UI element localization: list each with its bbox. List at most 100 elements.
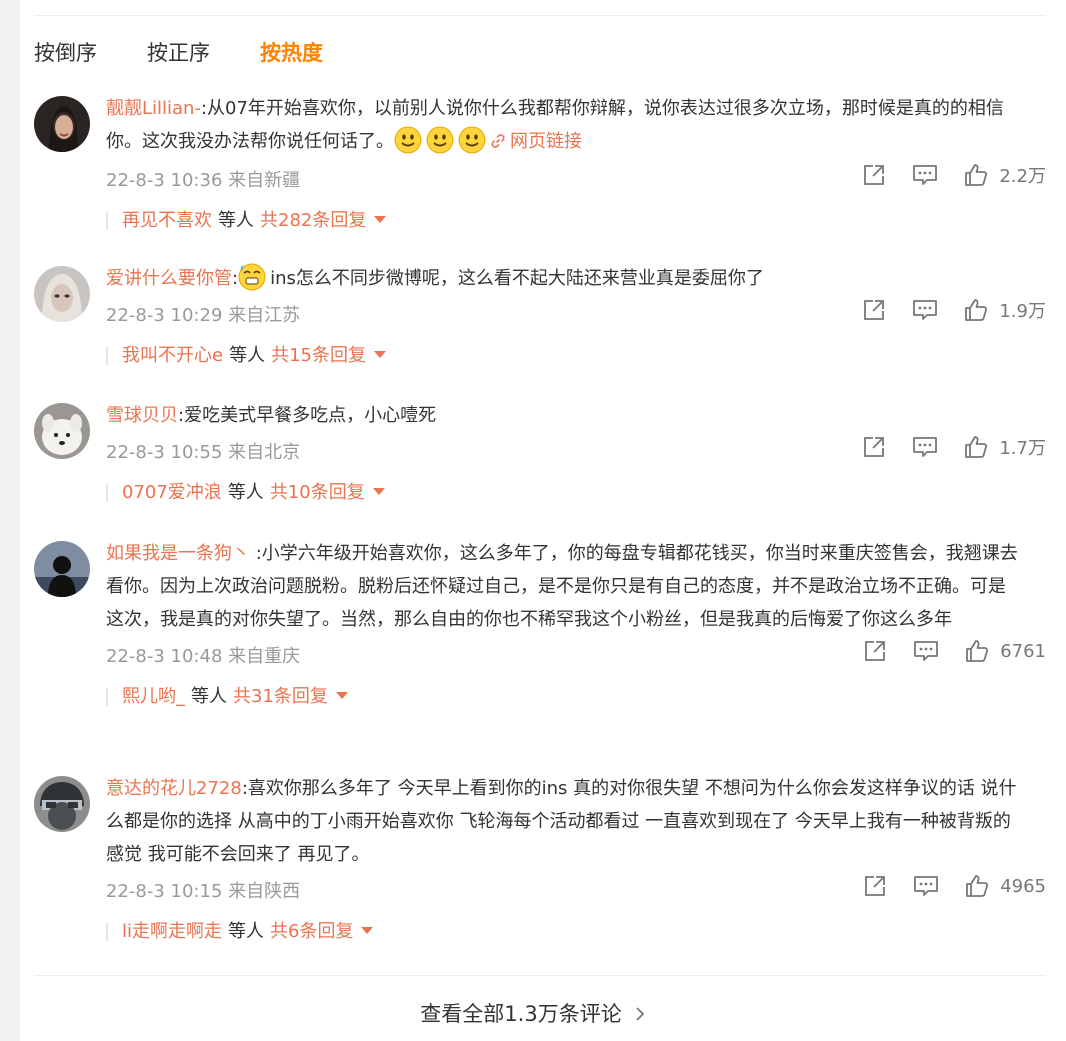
reply-divider [106,688,108,706]
comment-actions: 4965 [838,873,1046,899]
comment-username[interactable]: 意达的花儿2728 [106,778,242,799]
comment-button[interactable] [911,162,939,188]
web-link[interactable]: 网页链接 [490,131,582,152]
thumbs-up-icon [963,297,989,323]
reply-count-label: 共6条回复 [270,921,354,942]
like-button[interactable]: 1.9万 [963,297,1046,323]
avatar[interactable] [34,541,90,597]
comment-actions: 1.7万 [837,434,1046,460]
reply-divider [106,484,108,502]
comment-button[interactable] [911,434,939,460]
comment-icon [911,297,939,323]
reply-etc: 等人 [229,345,266,366]
share-button[interactable] [861,297,887,323]
comment-body: 靓靓Lillian-:从07年开始喜欢你，以前别人说你什么我都帮你辩解，说你表达… [106,92,1046,236]
comment-meta-row: 22-8-3 10:29 来自江苏 1.9万 [106,297,1046,333]
reply-summary: 我叫不开心e 等人 共15条回复 [106,341,1046,371]
like-button[interactable]: 1.7万 [963,434,1046,460]
reply-count-button[interactable]: 共31条回复 [233,686,348,707]
comment-icon [911,162,939,188]
comment-icon [911,434,939,460]
comment-actions: 1.9万 [837,297,1046,323]
view-all-comments-link[interactable]: 查看全部1.3万条评论 [0,998,1066,1028]
comment-button[interactable] [912,638,940,664]
thumbs-up-icon [964,638,990,664]
reply-username[interactable]: 熙儿哟_ [122,686,185,707]
avatar[interactable] [34,403,90,459]
comment-body: 爱讲什么要你管: ins怎么不同步微博呢，这么看不起大陆还来营业真是委屈你了 22… [106,262,1046,371]
comment-text: 意达的花儿2728:喜欢你那么多年了 今天早上看到你的ins 真的对你很失望 不… [106,772,1018,871]
like-count: 1.7万 [999,438,1046,459]
comment-username[interactable]: 如果我是一条狗丶 [106,543,250,564]
comment-username[interactable]: 靓靓Lillian- [106,98,201,119]
share-button[interactable] [862,873,888,899]
comment-meta-row: 22-8-3 10:15 来自陕西 4965 [106,873,1046,909]
smile-emoji-icon [426,126,454,154]
share-button[interactable] [861,434,887,460]
share-icon [861,434,887,460]
view-all-label: 查看全部1.3万条评论 [420,1002,622,1026]
reply-summary: li走啊走啊走 等人 共6条回复 [106,917,1046,947]
comment-meta: 22-8-3 10:48 来自重庆 [106,646,301,667]
comment-actions: 6761 [838,638,1046,664]
chevron-right-icon [634,1002,646,1026]
comment-text: 雪球贝贝:爱吃美式早餐多吃点，小心噎死 [106,399,1018,432]
comment-text: 如果我是一条狗丶 :小学六年级开始喜欢你，这么多年了，你的每盘专辑都花钱买，你当… [106,537,1018,636]
caret-down-icon [361,927,374,934]
caret-down-icon [374,216,387,223]
thumbs-up-icon [964,873,990,899]
comment-button[interactable] [911,297,939,323]
tab-sort-reverse[interactable]: 按倒序 [34,38,97,68]
reply-summary: 再见不喜欢 等人 共282条回复 [106,206,1046,236]
comment-username[interactable]: 雪球贝贝 [106,405,178,426]
reply-username[interactable]: 0707爱冲浪 [122,482,222,503]
comment-text: 爱讲什么要你管: ins怎么不同步微博呢，这么看不起大陆还来营业真是委屈你了 [106,262,1018,295]
comment-content: :喜欢你那么多年了 今天早上看到你的ins 真的对你很失望 不想问为什么你会发这… [106,778,1017,865]
avatar[interactable] [34,266,90,322]
reply-divider [106,347,108,365]
reply-username[interactable]: li走啊走啊走 [122,921,222,942]
caret-down-icon [373,351,386,358]
reply-count-button[interactable]: 共10条回复 [270,482,385,503]
share-icon [862,638,888,664]
reply-username[interactable]: 我叫不开心e [122,345,223,366]
avatar[interactable] [34,96,90,152]
smile-emoji-icon [458,126,486,154]
comment-body: 雪球贝贝:爱吃美式早餐多吃点，小心噎死 22-8-3 10:55 来自北京 1.… [106,399,1046,508]
comment-meta-row: 22-8-3 10:48 来自重庆 6761 [106,638,1046,674]
like-button[interactable]: 6761 [964,638,1046,664]
tab-sort-forward[interactable]: 按正序 [147,38,210,68]
comment-body: 意达的花儿2728:喜欢你那么多年了 今天早上看到你的ins 真的对你很失望 不… [106,772,1046,947]
comment-icon [912,638,940,664]
like-button[interactable]: 4965 [964,873,1046,899]
reply-etc: 等人 [227,482,264,503]
like-button[interactable]: 2.2万 [963,162,1046,188]
comment-meta: 22-8-3 10:36 来自新疆 [106,170,301,191]
reply-count-label: 共15条回复 [271,345,366,366]
comment-meta-row: 22-8-3 10:55 来自北京 1.7万 [106,434,1046,470]
reply-count-label: 共282条回复 [260,210,367,231]
share-button[interactable] [862,638,888,664]
web-link-label: 网页链接 [510,131,582,152]
comment-actions: 2.2万 [837,162,1046,188]
reply-count-button[interactable]: 共15条回复 [271,345,386,366]
sort-tabs: 按倒序 按正序 按热度 [34,38,373,68]
reply-count-button[interactable]: 共282条回复 [260,210,387,231]
tab-sort-hot[interactable]: 按热度 [260,38,323,68]
reply-username[interactable]: 再见不喜欢 [122,210,212,231]
comment-button[interactable] [912,873,940,899]
like-count: 4965 [1000,875,1046,897]
like-count: 6761 [1000,640,1046,662]
avatar[interactable] [34,776,90,832]
comment-meta-row: 22-8-3 10:36 来自新疆 2.2万 [106,162,1046,198]
share-button[interactable] [861,162,887,188]
comment-meta: 22-8-3 10:55 来自北京 [106,442,301,463]
reply-divider [106,212,108,230]
bottom-divider [34,975,1046,976]
share-icon [861,297,887,323]
comment-content: :爱吃美式早餐多吃点，小心噎死 [178,405,437,426]
reply-count-button[interactable]: 共6条回复 [270,921,374,942]
comment-content: ins怎么不同步微博呢，这么看不起大陆还来营业真是委屈你了 [270,268,764,289]
caret-down-icon [372,488,385,495]
comment-username[interactable]: 爱讲什么要你管 [106,268,232,289]
